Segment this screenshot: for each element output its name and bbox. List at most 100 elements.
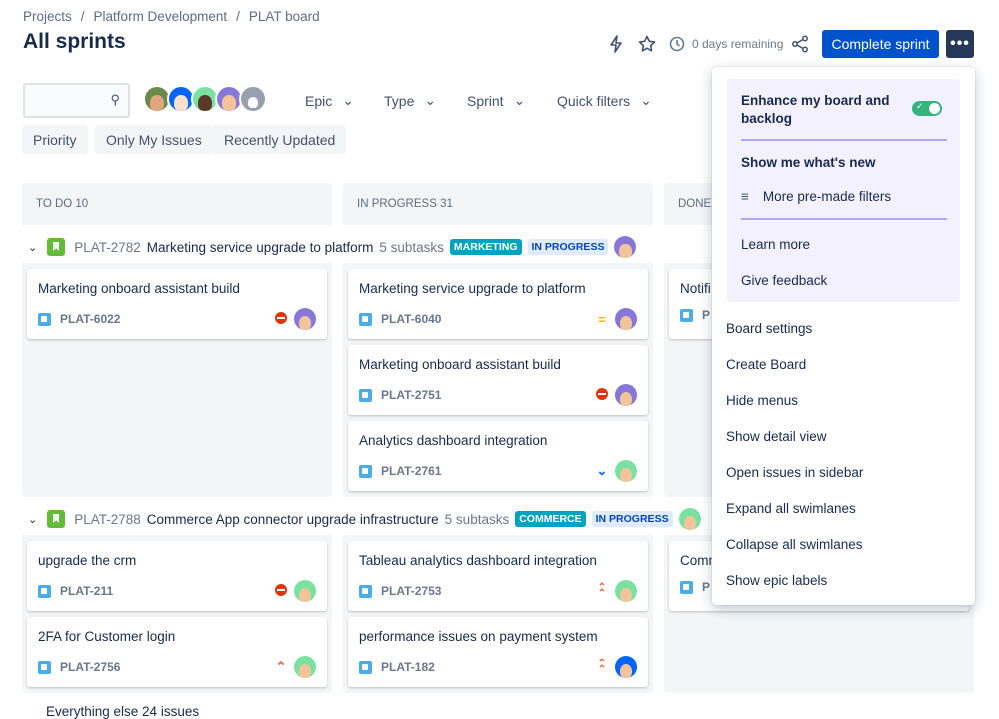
show-whats-new[interactable]: Show me what's new <box>741 155 876 170</box>
priority-blocker-icon <box>595 387 609 403</box>
story-icon <box>38 660 51 674</box>
sprint-filter-dropdown[interactable]: Sprint ⌄ <box>467 92 525 109</box>
issue-title: Analytics dashboard integration <box>359 433 548 448</box>
search-input[interactable]: ⚲ <box>23 83 130 118</box>
chevron-down-icon[interactable]: ⌄ <box>28 241 37 254</box>
breadcrumb-platform-development[interactable]: Platform Development <box>94 9 228 24</box>
issue-title: Marketing onboard assistant build <box>38 281 240 296</box>
breadcrumb-separator: / <box>80 9 85 24</box>
subtask-count: 5 subtasks <box>379 239 444 255</box>
story-icon <box>38 312 51 326</box>
complete-sprint-button[interactable]: Complete sprint <box>822 30 939 58</box>
search-icon: ⚲ <box>110 92 120 107</box>
story-icon <box>38 584 51 598</box>
star-icon[interactable] <box>637 34 657 54</box>
assignee-avatar[interactable] <box>294 656 316 678</box>
type-filter-label: Type <box>384 92 415 109</box>
epic-key[interactable]: PLAT-2788 <box>74 512 141 527</box>
chevron-down-icon: ⌄ <box>342 92 354 108</box>
issue-card[interactable]: Marketing onboard assistant build PLAT-6… <box>27 269 327 339</box>
quick-filter-recently-updated[interactable]: Recently Updated <box>213 125 347 154</box>
chevron-down-icon: ⌄ <box>513 92 526 108</box>
swimlane-header[interactable]: ⌄ PLAT-2788 Commerce App connector upgra… <box>28 508 701 530</box>
menu-item-show-epic-labels[interactable]: Show epic labels <box>726 573 827 588</box>
column-cell-inprogress: Marketing service upgrade to platform PL… <box>343 263 653 497</box>
priority-blocker-icon <box>274 311 288 327</box>
menu-item-expand-all-swimlanes[interactable]: Expand all swimlanes <box>726 501 856 516</box>
assignee-avatar[interactable] <box>615 308 637 330</box>
avatar[interactable] <box>678 508 701 530</box>
menu-item-hide-menus[interactable]: Hide menus <box>726 393 798 408</box>
everything-else-swimlane[interactable]: Everything else 24 issues <box>46 704 199 719</box>
issue-title: Marketing service upgrade to platform <box>359 281 586 296</box>
enhance-toggle[interactable]: ✓ <box>912 101 942 116</box>
more-actions-button[interactable]: ••• <box>946 30 974 58</box>
priority-blocker-icon <box>274 583 288 599</box>
enhance-board-label: Enhance my board and backlog <box>741 93 890 126</box>
priority-highest-icon: ⌃ ⌃ <box>597 657 607 675</box>
avatar[interactable] <box>614 236 637 258</box>
story-icon <box>680 580 693 594</box>
epic-filter-dropdown[interactable]: Epic ⌄ <box>305 92 354 109</box>
issue-card[interactable]: 2FA for Customer login PLAT-2756 ⌃ <box>27 617 327 687</box>
issue-card[interactable]: Analytics dashboard integration PLAT-276… <box>348 421 648 491</box>
assignee-avatar[interactable] <box>615 656 637 678</box>
column-header-in-progress: IN PROGRESS 31 <box>343 183 653 225</box>
chevron-down-icon[interactable]: ⌄ <box>28 513 37 526</box>
avatar-unassigned[interactable] <box>239 85 267 113</box>
issue-title: upgrade the crm <box>38 553 137 568</box>
assignee-avatar[interactable] <box>615 384 637 406</box>
menu-item-show-detail-view[interactable]: Show detail view <box>726 429 827 444</box>
epic-label: MARKETING <box>449 239 522 255</box>
issue-card[interactable]: Tableau analytics dashboard integration … <box>348 541 648 611</box>
learn-more[interactable]: Learn more <box>741 237 810 252</box>
type-filter-dropdown[interactable]: Type ⌄ <box>384 92 436 109</box>
issue-card[interactable]: upgrade the crm PLAT-211 <box>27 541 327 611</box>
priority-medium-icon: = <box>598 311 606 327</box>
quick-filters-dropdown[interactable]: Quick filters ⌄ <box>557 92 652 109</box>
issue-card[interactable]: performance issues on payment system PLA… <box>348 617 648 687</box>
filter-icon: ≡ <box>741 189 749 204</box>
chevron-down-icon: ⌄ <box>640 92 652 108</box>
divider <box>741 139 947 141</box>
assignee-avatar[interactable] <box>615 580 637 602</box>
epic-filter-label: Epic <box>305 92 333 109</box>
more-premade-filters-label: More pre-made filters <box>762 189 892 204</box>
issue-key: PLAT-211 <box>60 584 114 598</box>
menu-item-create-board[interactable]: Create Board <box>726 357 806 372</box>
epic-key[interactable]: PLAT-2782 <box>74 240 141 255</box>
epic-title[interactable]: Marketing service upgrade to platform <box>147 240 374 255</box>
issue-key: PLAT-2761 <box>381 464 442 478</box>
story-icon <box>359 312 372 326</box>
issue-card[interactable]: Marketing onboard assistant build PLAT-2… <box>348 345 648 415</box>
assignee-avatar[interactable] <box>615 460 637 482</box>
days-remaining: 0 days remaining <box>692 37 784 51</box>
issue-key: P <box>702 308 711 322</box>
issue-card[interactable]: Marketing service upgrade to platform PL… <box>348 269 648 339</box>
sprint-filter-label: Sprint <box>467 92 504 109</box>
enhance-panel: Enhance my board and backlog ✓ Show me w… <box>727 79 960 302</box>
give-feedback[interactable]: Give feedback <box>741 273 827 288</box>
breadcrumb-projects[interactable]: Projects <box>23 9 72 24</box>
issue-title: Tableau analytics dashboard integration <box>359 553 597 568</box>
menu-item-collapse-all-swimlanes[interactable]: Collapse all swimlanes <box>726 537 863 552</box>
more-premade-filters[interactable]: ≡ More pre-made filters <box>741 189 891 204</box>
assignee-avatar[interactable] <box>294 580 316 602</box>
quick-filter-only-my-issues[interactable]: Only My Issues <box>95 125 213 154</box>
swimlane-header[interactable]: ⌄ PLAT-2782 Marketing service upgrade to… <box>28 236 637 258</box>
breadcrumb-plat-board[interactable]: PLAT board <box>249 9 320 24</box>
issue-key: PLAT-6040 <box>381 312 442 326</box>
automation-lightning-icon[interactable] <box>606 34 626 54</box>
quick-filters-label: Quick filters <box>557 92 631 109</box>
column-header-todo: TO DO 10 <box>22 183 332 225</box>
menu-item-open-issues-in-sidebar[interactable]: Open issues in sidebar <box>726 465 863 480</box>
share-icon[interactable] <box>790 34 810 54</box>
assignee-avatar[interactable] <box>294 308 316 330</box>
menu-item-board-settings[interactable]: Board settings <box>726 321 812 336</box>
breadcrumb-separator: / <box>236 9 240 24</box>
epic-title[interactable]: Commerce App connector upgrade infrastru… <box>147 512 439 527</box>
epic-icon <box>47 510 66 528</box>
issue-title: Marketing onboard assistant build <box>359 357 561 372</box>
priority-high-icon: ⌃ <box>275 659 287 674</box>
quick-filter-priority[interactable]: Priority <box>22 125 88 154</box>
